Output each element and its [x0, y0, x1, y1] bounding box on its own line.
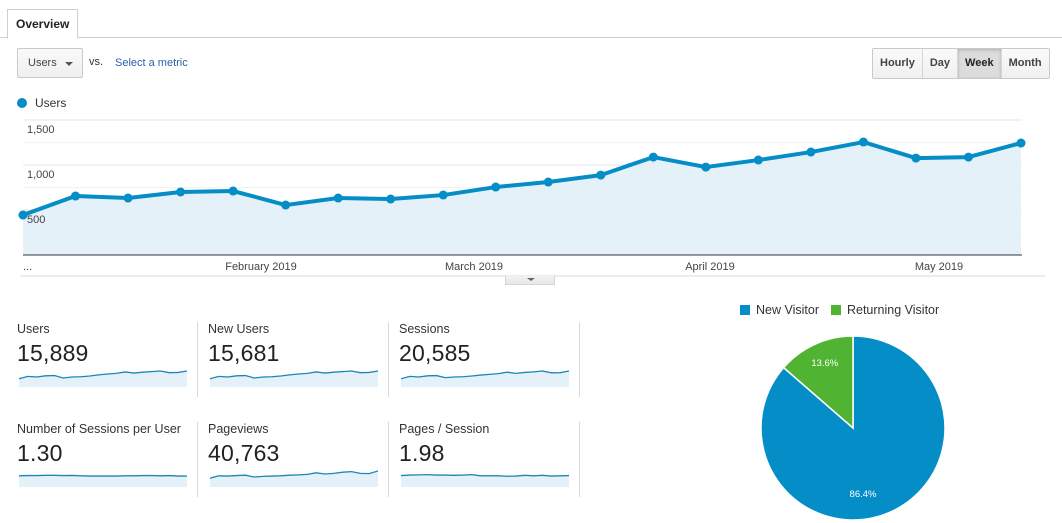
kpi-sparkline	[401, 370, 569, 387]
data-point[interactable]	[701, 162, 711, 172]
pie-legend-label: Returning Visitor	[846, 303, 940, 317]
data-point[interactable]	[491, 182, 501, 192]
sparkline-fill	[401, 474, 569, 487]
data-point[interactable]	[806, 147, 816, 157]
x-tick-label: May 2019	[915, 261, 963, 273]
kpi-value: 15,889	[17, 340, 89, 366]
data-point[interactable]	[648, 152, 658, 162]
kpi-divider	[579, 322, 580, 397]
pie-legend: New Visitor Returning Visitor	[740, 303, 951, 317]
sparkline-line	[19, 474, 187, 477]
kpi-label: Sessions	[399, 322, 450, 336]
kpi-sparkline	[19, 474, 187, 487]
data-point[interactable]	[858, 137, 868, 147]
x-tick-label: February 2019	[225, 261, 297, 273]
pie-slice-label: 86.4%	[850, 489, 877, 500]
visitor-pie-chart: 86.4% 13.6%	[760, 335, 946, 521]
data-point[interactable]	[1016, 138, 1026, 148]
legend-dot-icon	[17, 98, 27, 108]
kpi-tile[interactable]: Pages / Session 1.98	[399, 422, 579, 502]
area-fill	[23, 142, 1021, 255]
x-tick-label: ...	[23, 261, 32, 273]
sparkline-fill	[19, 371, 187, 387]
pie-legend-label: New Visitor	[756, 303, 819, 317]
granularity-toggle: Hourly Day Week Month	[872, 48, 1050, 79]
kpi-sparkline	[210, 370, 378, 387]
month-button[interactable]: Month	[1001, 49, 1049, 78]
kpi-divider	[579, 422, 580, 497]
kpi-divider	[197, 422, 198, 497]
kpi-label: Users	[17, 322, 50, 336]
chart-resize-handle[interactable]	[505, 276, 555, 285]
pie-legend-new-visitor[interactable]: New Visitor	[740, 303, 819, 317]
data-point[interactable]	[386, 194, 396, 204]
chevron-down-icon	[65, 62, 73, 66]
hourly-button[interactable]: Hourly	[873, 49, 923, 78]
legend-label-users: Users	[35, 96, 67, 110]
kpi-divider	[388, 422, 389, 497]
y-tick-label: 1,500	[27, 124, 55, 136]
caret-down-icon	[527, 278, 535, 281]
data-point[interactable]	[438, 190, 448, 200]
kpi-divider	[388, 322, 389, 397]
kpi-label: New Users	[208, 322, 270, 336]
chart-legend: Users	[17, 96, 66, 110]
vs-label: vs.	[89, 56, 104, 68]
data-point[interactable]	[543, 177, 553, 187]
kpi-tile[interactable]: Sessions 20,585	[399, 322, 579, 402]
data-point[interactable]	[123, 193, 133, 203]
data-point[interactable]	[281, 200, 291, 210]
kpi-value: 1.30	[17, 440, 63, 466]
tab-overview[interactable]: Overview	[7, 9, 78, 39]
kpi-value: 40,763	[208, 440, 280, 466]
kpi-sparkline	[19, 370, 187, 387]
kpi-value: 15,681	[208, 340, 280, 366]
y-tick-label: 500	[27, 214, 45, 226]
sparkline-fill	[19, 475, 187, 487]
kpi-label: Pages / Session	[399, 422, 490, 436]
kpi-tile[interactable]: Pageviews 40,763	[208, 422, 388, 502]
data-point[interactable]	[18, 210, 28, 220]
sparkline-fill	[401, 371, 569, 387]
legend-swatch-icon	[740, 305, 750, 315]
kpi-label: Number of Sessions per User	[17, 422, 181, 436]
sparkline-fill	[210, 471, 378, 487]
data-point[interactable]	[176, 187, 186, 197]
x-tick-label: March 2019	[445, 261, 503, 273]
data-point[interactable]	[753, 155, 763, 165]
pie-legend-returning-visitor[interactable]: Returning Visitor	[830, 303, 940, 317]
legend-swatch-icon	[830, 305, 841, 315]
kpi-tile[interactable]: Number of Sessions per User 1.30	[17, 422, 197, 502]
kpi-tile[interactable]: New Users 15,681	[208, 322, 388, 402]
data-point[interactable]	[333, 193, 343, 203]
week-button[interactable]: Week	[958, 49, 1002, 78]
kpi-label: Pageviews	[208, 422, 269, 436]
x-tick-label: April 2019	[685, 261, 735, 273]
kpi-value: 1.98	[399, 440, 445, 466]
metric-select-dropdown[interactable]: Users	[17, 48, 83, 78]
users-line-chart: 500 1,000 1,500... February 2019 March 2019 A…	[18, 119, 1045, 277]
select-metric-link[interactable]: Select a metric	[115, 57, 188, 69]
pie-slice-label: 13.6%	[811, 358, 838, 369]
data-point[interactable]	[71, 191, 81, 201]
tab-bar: Overview	[0, 0, 1062, 39]
data-point[interactable]	[228, 186, 238, 196]
kpi-divider	[197, 322, 198, 397]
kpi-sparkline	[401, 473, 569, 487]
data-point[interactable]	[963, 152, 973, 162]
kpi-value: 20,585	[399, 340, 471, 366]
kpi-sparkline	[210, 470, 378, 487]
sparkline-fill	[210, 371, 378, 387]
y-tick-label: 1,000	[27, 169, 55, 181]
kpi-tile[interactable]: Users 15,889	[17, 322, 197, 402]
data-point[interactable]	[911, 153, 921, 163]
data-point[interactable]	[596, 170, 606, 180]
day-button[interactable]: Day	[922, 49, 959, 78]
metric-select-value: Users	[28, 57, 57, 69]
